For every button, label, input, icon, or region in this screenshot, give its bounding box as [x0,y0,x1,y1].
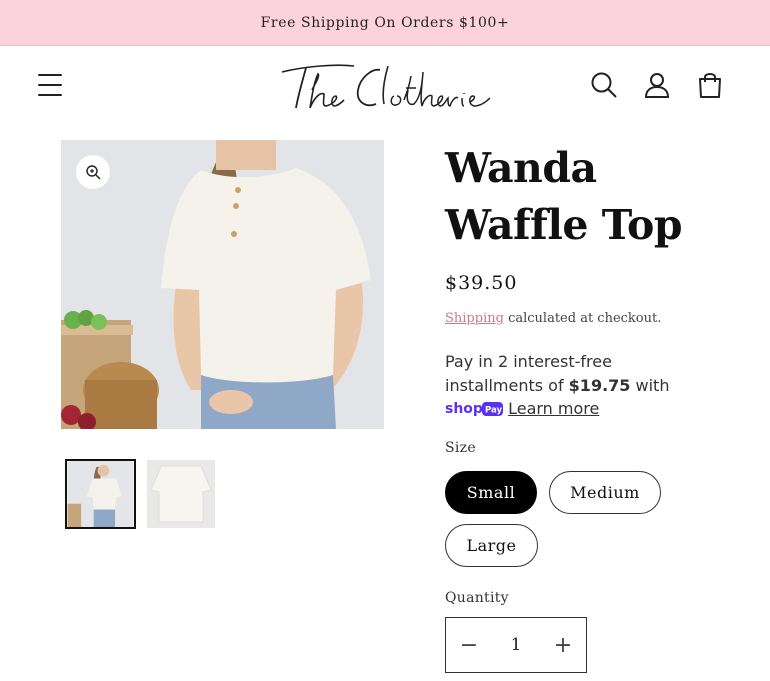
announcement-text: Free Shipping On Orders $100+ [260,14,510,31]
site-header [0,46,770,126]
shoppay-suffix: with [635,375,670,395]
thumbnail-1[interactable] [65,459,136,529]
learn-more-link[interactable]: Learn more [508,399,599,418]
shoppay-amount: $19.75 [568,375,631,395]
product-price: $39.50 [445,272,518,294]
thumbnail-2-image [147,460,215,528]
search-icon[interactable] [589,70,619,100]
thumbnail-1-image [67,461,134,527]
thumbnail-2[interactable] [147,460,215,528]
announcement-bar: Free Shipping On Orders $100+ [0,0,770,46]
size-option-large[interactable]: Large [445,524,538,567]
quantity-value[interactable]: 1 [496,635,536,655]
menu-icon[interactable] [38,74,62,96]
size-label: Size [445,440,476,456]
shoppay-installments: Pay in 2 interest-free installments of $… [445,350,725,424]
quantity-stepper: − 1 + [445,617,587,673]
size-option-small[interactable]: Small [445,471,537,514]
quantity-label: Quantity [445,590,509,606]
product-photo [61,140,384,429]
shoppay-prefix: installments of [445,375,564,395]
shipping-note: Shipping calculated at checkout. [445,311,661,326]
account-icon[interactable] [642,70,672,100]
shoppay-line1: Pay in 2 interest-free [445,352,612,371]
product-title: Wanda Waffle Top [445,144,683,249]
store-logo[interactable] [276,60,494,114]
shipping-link[interactable]: Shipping [445,311,504,326]
size-option-medium[interactable]: Medium [549,471,661,514]
zoom-icon[interactable] [76,155,110,189]
product-image[interactable] [61,140,384,429]
cart-icon[interactable] [695,70,725,100]
shipping-note-text: calculated at checkout. [508,311,662,326]
increase-quantity-button[interactable]: + [540,618,586,672]
decrease-quantity-button[interactable]: − [446,618,492,672]
svg-text:shop: shop [445,401,483,417]
svg-text:Pay: Pay [485,406,502,416]
shoppay-logo-icon: shop Pay [445,400,503,424]
